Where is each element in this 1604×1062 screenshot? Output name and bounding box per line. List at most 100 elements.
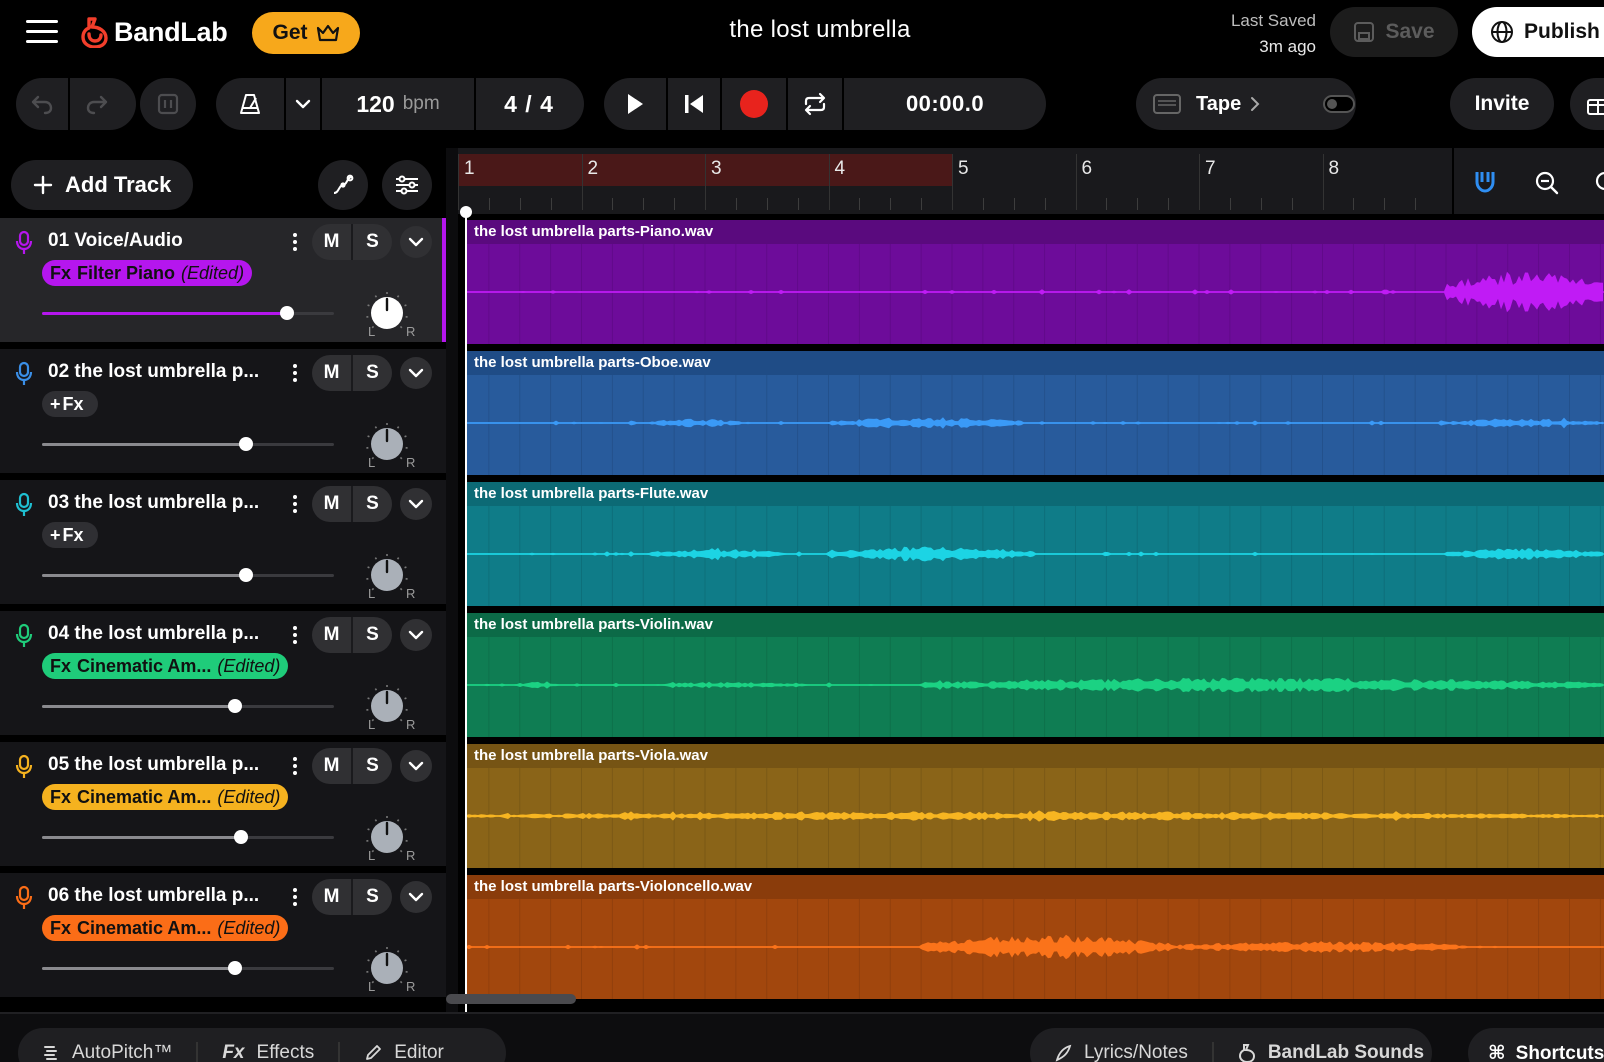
track-expand-button[interactable] [400,619,432,651]
automation-button[interactable] [318,160,368,210]
fx-chip[interactable]: + Fx [42,522,98,548]
go-to-start-button[interactable] [668,78,722,130]
zoom-in-icon[interactable] [1594,170,1604,196]
clip-header[interactable]: the lost umbrella parts-Viola.wav [466,744,1604,768]
pan-knob[interactable]: L R [366,810,422,866]
get-membership-button[interactable]: Get [252,12,360,54]
track-expand-button[interactable] [400,881,432,913]
track-row[interactable]: 03 the lost umbrella p... M S + Fx L R [0,480,446,606]
audio-clip[interactable]: the lost umbrella parts-Viola.wav [466,744,1604,868]
invite-button[interactable]: Invite [1450,78,1554,130]
mute-button[interactable]: M [312,617,353,653]
clip-header[interactable]: the lost umbrella parts-Flute.wav [466,482,1604,506]
track-row[interactable]: 04 the lost umbrella p... M S Fx Cinemat… [0,611,446,737]
bpm-field[interactable]: 120 bpm [322,78,476,130]
mute-button[interactable]: M [312,748,353,784]
undo-button[interactable] [16,78,70,130]
track-row[interactable]: 06 the lost umbrella p... M S Fx Cinemat… [0,873,446,999]
pan-knob[interactable]: L R [366,417,422,473]
metronome-button[interactable] [216,78,286,130]
tape-toggle[interactable] [1323,95,1356,113]
pan-knob[interactable]: L R [366,548,422,604]
project-title[interactable]: the lost umbrella [620,16,1020,44]
pan-knob[interactable]: L R [366,941,422,997]
volume-slider[interactable] [42,961,334,975]
volume-thumb[interactable] [233,830,248,844]
audio-clip[interactable]: the lost umbrella parts-Flute.wav [466,482,1604,606]
mute-button[interactable]: M [312,355,353,391]
volume-slider[interactable] [42,437,334,451]
volume-thumb[interactable] [239,568,254,582]
volume-thumb[interactable] [227,699,242,713]
mute-button[interactable]: M [312,224,353,260]
volume-thumb[interactable] [227,961,242,975]
editor-button[interactable]: Editor [340,1042,468,1062]
mute-button[interactable]: M [312,879,353,915]
redo-button[interactable] [70,78,124,130]
playhead[interactable] [465,212,467,1012]
track-name[interactable]: 01 Voice/Audio [48,230,278,252]
track-row[interactable]: 02 the lost umbrella p... M S + Fx L R [0,349,446,475]
solo-button[interactable]: S [353,486,392,522]
more-options-icon[interactable] [288,492,302,516]
clip-header[interactable]: the lost umbrella parts-Violin.wav [466,613,1604,637]
fx-chip[interactable]: Fx Filter Piano (Edited) [42,260,253,286]
more-options-icon[interactable] [288,885,302,909]
audio-clip[interactable]: the lost umbrella parts-Violin.wav [466,613,1604,737]
play-button[interactable] [604,78,668,130]
bandlab-sounds-button[interactable]: BandLab Sounds [1214,1042,1448,1062]
track-expand-button[interactable] [400,357,432,389]
audio-clip[interactable]: the lost umbrella parts-Oboe.wav [466,351,1604,475]
record-button[interactable] [722,78,788,130]
publish-button[interactable]: Publish [1472,7,1604,57]
volume-slider[interactable] [42,568,334,582]
playhead-handle[interactable] [460,206,472,218]
metronome-options-button[interactable] [286,78,322,130]
mixer-toggle-button[interactable] [140,78,196,130]
track-expand-button[interactable] [400,488,432,520]
timeline-ruler[interactable]: 1 2 3 4 5 6 7 8 [458,148,1604,214]
more-options-icon[interactable] [288,754,302,778]
clip-header[interactable]: the lost umbrella parts-Piano.wav [466,220,1604,244]
clip-header[interactable]: the lost umbrella parts-Violoncello.wav [466,875,1604,899]
track-row[interactable]: 01 Voice/Audio M S Fx Filter Piano (Edit… [0,218,446,344]
volume-thumb[interactable] [280,306,295,320]
fx-chip[interactable]: Fx Cinematic Am... (Edited) [42,653,289,679]
autopitch-button[interactable]: AutoPitch™ [18,1042,199,1062]
more-options-icon[interactable] [288,230,302,254]
fx-chip[interactable]: + Fx [42,391,98,417]
volume-slider[interactable] [42,306,334,320]
more-options-icon[interactable] [288,361,302,385]
bandlab-logo[interactable]: BandLab [80,14,228,50]
volume-slider[interactable] [42,830,334,844]
audio-clip[interactable]: the lost umbrella parts-Violoncello.wav [466,875,1604,999]
loop-button[interactable] [788,78,844,130]
volume-thumb[interactable] [239,437,254,451]
audio-clip[interactable]: the lost umbrella parts-Piano.wav [466,220,1604,344]
track-name[interactable]: 06 the lost umbrella p... [48,885,278,907]
save-button[interactable]: Save [1330,7,1458,57]
track-name[interactable]: 04 the lost umbrella p... [48,623,278,645]
solo-button[interactable]: S [353,355,392,391]
tape-group[interactable]: Tape [1136,78,1356,130]
snap-magnet-icon[interactable] [1474,170,1496,194]
solo-button[interactable]: S [353,224,392,260]
pan-knob[interactable]: L R [366,286,422,342]
track-expand-button[interactable] [400,226,432,258]
horizontal-scrollbar[interactable] [446,994,576,1004]
fx-chip[interactable]: Fx Cinematic Am... (Edited) [42,784,289,810]
gift-button[interactable] [1570,78,1604,130]
shortcuts-button[interactable]: ⌘ Shortcuts [1468,1028,1604,1062]
clip-header[interactable]: the lost umbrella parts-Oboe.wav [466,351,1604,375]
volume-slider[interactable] [42,699,334,713]
solo-button[interactable]: S [353,748,392,784]
time-signature-field[interactable]: 4 / 4 [476,78,582,130]
add-track-button[interactable]: Add Track [11,160,193,210]
track-name[interactable]: 05 the lost umbrella p... [48,754,278,776]
lyrics-notes-button[interactable]: Lyrics/Notes [1030,1042,1214,1062]
pan-knob[interactable]: L R [366,679,422,735]
menu-icon[interactable] [26,18,58,46]
track-row[interactable]: 05 the lost umbrella p... M S Fx Cinemat… [0,742,446,868]
more-options-icon[interactable] [288,623,302,647]
track-name[interactable]: 02 the lost umbrella p... [48,361,278,383]
